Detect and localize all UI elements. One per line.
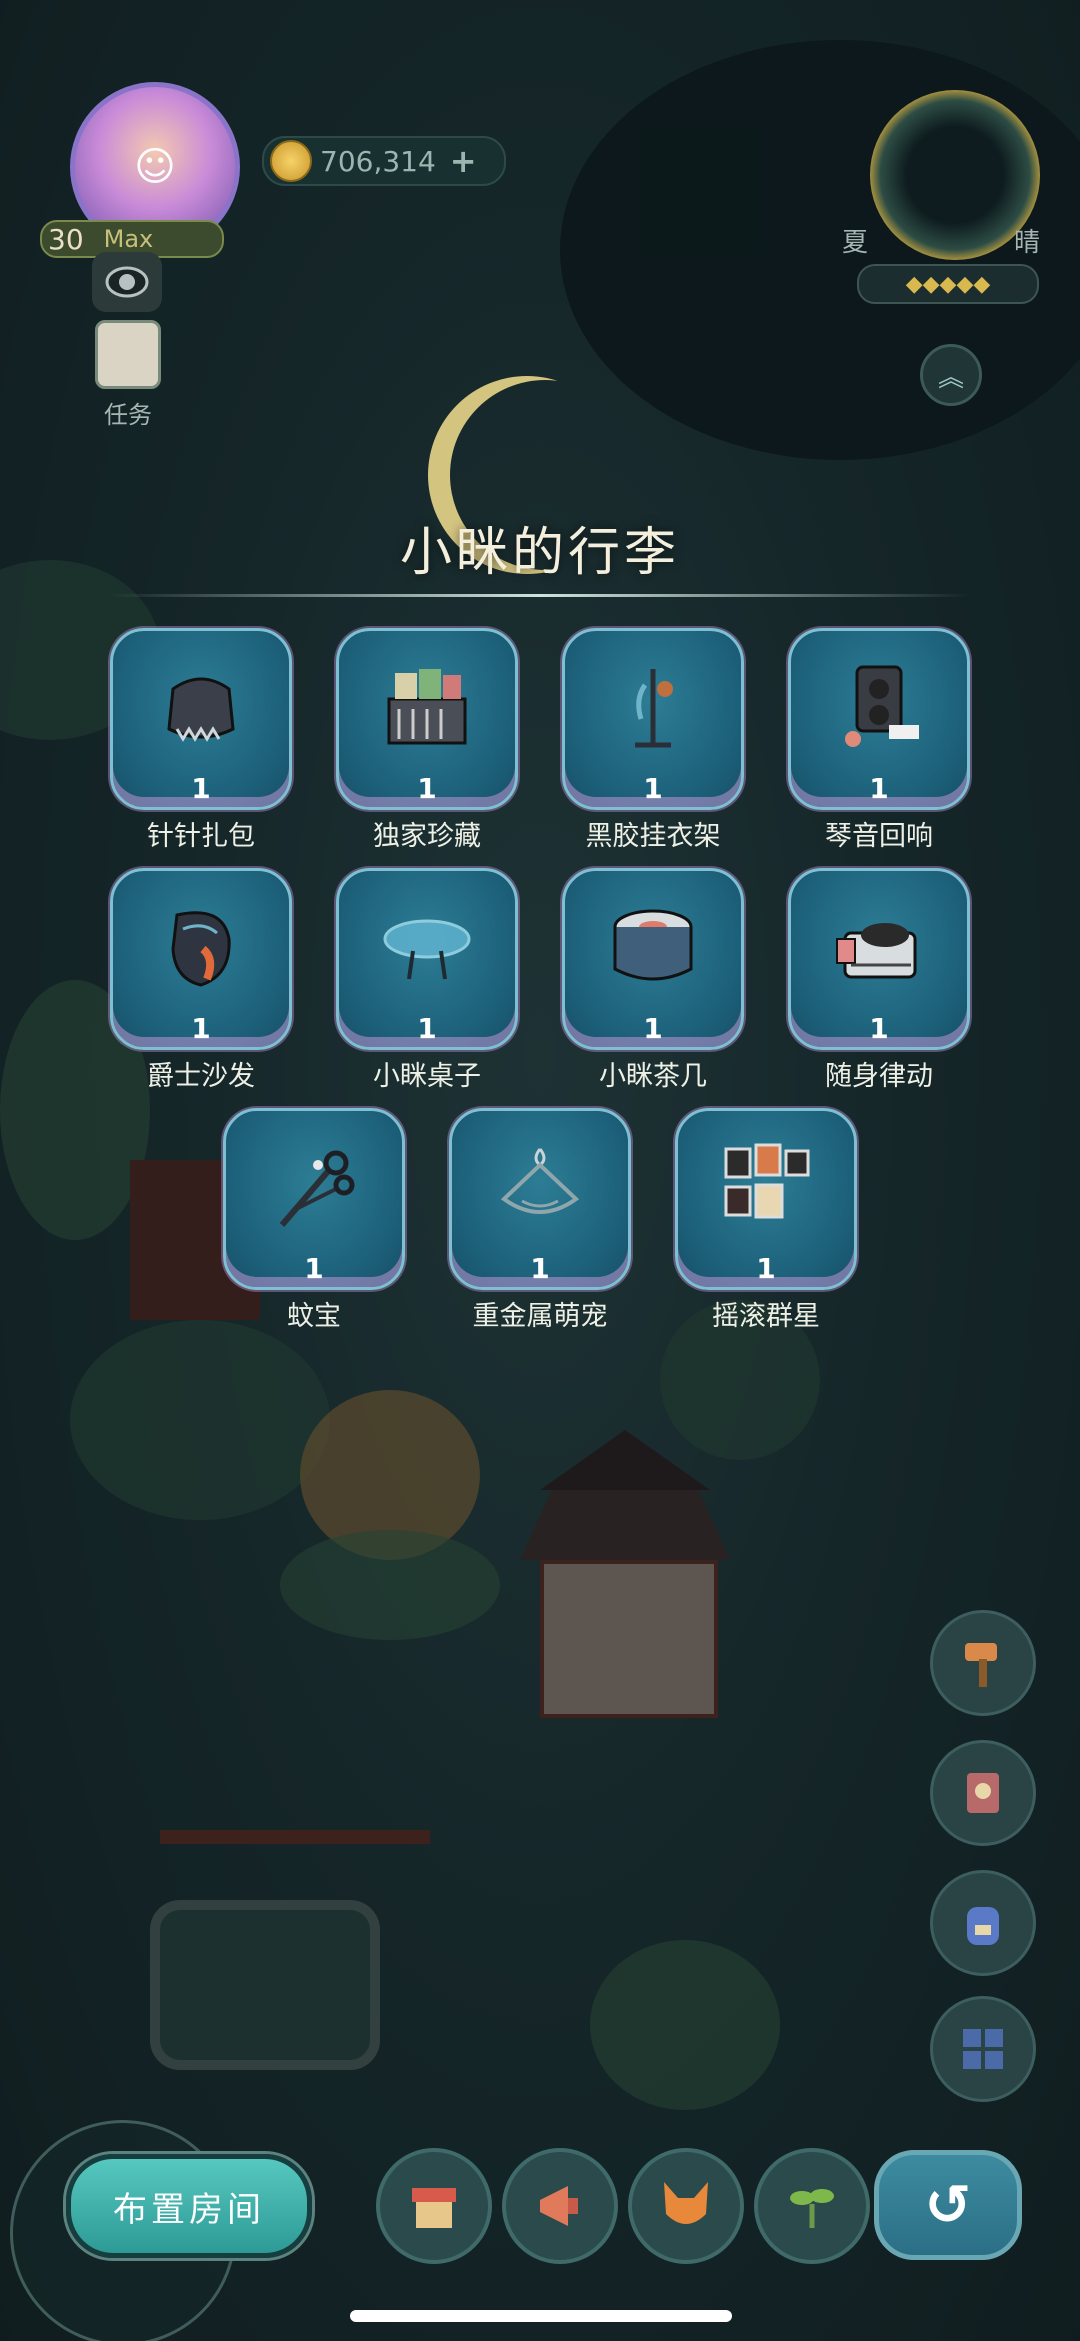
task-label: 任务 xyxy=(104,401,152,429)
item-slot[interactable]: 1 针针扎包 xyxy=(110,628,292,853)
item-label: 针针扎包 xyxy=(147,821,255,852)
item-quantity: 1 xyxy=(869,772,889,805)
add-coins-button[interactable]: + xyxy=(450,142,477,180)
grid-icon xyxy=(963,2029,1003,2069)
coin-icon xyxy=(270,140,312,182)
item-quantity: 1 xyxy=(191,1012,211,1045)
item-quantity: 1 xyxy=(643,1012,663,1045)
view-toggle-button[interactable] xyxy=(92,252,162,312)
item-card[interactable]: 1 xyxy=(223,1108,405,1290)
speaker-icon xyxy=(845,665,919,747)
item-label: 蚊宝 xyxy=(287,1301,341,1332)
fox-icon xyxy=(664,2182,708,2224)
game-screen: ☺ 30 Max 706,314 + 任务 夏 晴 ◆◆◆◆◆ ︽ 小眯的行李 xyxy=(0,0,1080,2341)
record-shelf-icon xyxy=(387,669,467,745)
photo-wall-icon xyxy=(724,1143,810,1219)
item-quantity: 1 xyxy=(530,1252,550,1285)
star-rating: ◆◆◆◆◆ xyxy=(857,264,1039,304)
glass-table-icon xyxy=(383,919,471,980)
sprout-icon xyxy=(790,2189,834,2228)
task-list-icon xyxy=(95,320,161,389)
item-card[interactable]: 1 xyxy=(562,868,744,1050)
items-row-3: 1 蚊宝 1 重金属萌宠 1 摇滚群星 xyxy=(0,1108,1080,1333)
task-button[interactable]: 任务 xyxy=(88,320,168,430)
item-slot[interactable]: 1 爵士沙发 xyxy=(110,868,292,1093)
item-quantity: 1 xyxy=(756,1252,776,1285)
megaphone-icon xyxy=(540,2186,578,2226)
expand-up-button[interactable]: ︽ xyxy=(920,344,982,406)
item-slot[interactable]: 1 蚊宝 xyxy=(223,1108,405,1333)
layout-button[interactable] xyxy=(930,1996,1036,2102)
item-card[interactable]: 1 xyxy=(788,628,970,810)
item-label: 小眯茶几 xyxy=(599,1061,707,1092)
coin-counter: 706,314 + xyxy=(262,136,506,186)
item-quantity: 1 xyxy=(417,772,437,805)
item-card[interactable]: 1 xyxy=(675,1108,857,1290)
item-label: 摇滚群星 xyxy=(712,1301,820,1332)
item-slot[interactable]: 1 重金属萌宠 xyxy=(449,1108,631,1333)
item-card[interactable]: 1 xyxy=(336,628,518,810)
eye-icon xyxy=(105,266,149,298)
backpack-button[interactable] xyxy=(930,1870,1036,1976)
items-row-2: 1 爵士沙发 1 小眯桌子 1 小眯茶几 1 随身律动 xyxy=(0,868,1080,1093)
item-label: 小眯桌子 xyxy=(373,1061,481,1092)
book-icon xyxy=(967,1773,999,1813)
item-quantity: 1 xyxy=(417,1012,437,1045)
item-label: 重金属萌宠 xyxy=(472,1301,608,1332)
item-slot[interactable]: 1 小眯茶几 xyxy=(562,868,744,1093)
item-label: 琴音回响 xyxy=(825,821,933,852)
metal-hanger-icon xyxy=(500,1148,580,1214)
weather-label: 晴 xyxy=(1014,228,1041,258)
item-slot[interactable]: 1 独家珍藏 xyxy=(336,628,518,853)
item-label: 独家珍藏 xyxy=(373,821,481,852)
level-number: 30 xyxy=(48,222,84,256)
item-card[interactable]: 1 xyxy=(788,868,970,1050)
scissors-icon xyxy=(279,1150,355,1227)
hammer-icon xyxy=(965,1643,997,1687)
item-slot[interactable]: 1 摇滚群星 xyxy=(675,1108,857,1333)
item-quantity: 1 xyxy=(304,1252,324,1285)
level-max-label: Max xyxy=(103,225,154,253)
coin-amount: 706,314 xyxy=(320,144,436,178)
announce-button[interactable] xyxy=(502,2148,618,2264)
item-quantity: 1 xyxy=(191,772,211,805)
record-player-icon xyxy=(836,923,917,979)
season-label: 夏 xyxy=(842,228,869,258)
tea-table-icon xyxy=(613,909,693,981)
book-button[interactable] xyxy=(930,1740,1036,1846)
item-label: 黑胶挂衣架 xyxy=(585,821,721,852)
backpack-icon xyxy=(967,1907,999,1945)
item-slot[interactable]: 1 黑胶挂衣架 xyxy=(562,628,744,853)
item-quantity: 1 xyxy=(869,1012,889,1045)
item-slot[interactable]: 1 琴音回响 xyxy=(788,628,970,853)
item-card[interactable]: 1 xyxy=(110,628,292,810)
item-card[interactable]: 1 xyxy=(110,868,292,1050)
jazz-sofa-icon xyxy=(171,911,231,987)
item-slot[interactable]: 1 小眯桌子 xyxy=(336,868,518,1093)
coat-rack-icon xyxy=(635,669,673,748)
pet-button[interactable] xyxy=(628,2148,744,2264)
return-arrow-icon: ↺ xyxy=(924,2172,972,2238)
spiky-bag-icon xyxy=(167,677,235,742)
items-row-1: 1 针针扎包 1 独家珍藏 1 黑胶挂衣架 1 琴音回响 xyxy=(0,628,1080,853)
panel-title: 小眯的行李 xyxy=(399,523,680,583)
home-indicator[interactable] xyxy=(350,2310,732,2322)
item-card[interactable]: 1 xyxy=(562,628,744,810)
item-label: 随身律动 xyxy=(825,1061,933,1092)
item-quantity: 1 xyxy=(643,772,663,805)
back-button[interactable]: ↺ xyxy=(874,2150,1022,2260)
title-divider xyxy=(110,594,970,597)
garden-button[interactable] xyxy=(754,2148,870,2264)
hammer-button[interactable] xyxy=(930,1610,1036,1716)
item-card[interactable]: 1 xyxy=(336,868,518,1050)
item-label: 爵士沙发 xyxy=(147,1061,255,1092)
shop-button[interactable] xyxy=(376,2148,492,2264)
item-slot[interactable]: 1 随身律动 xyxy=(788,868,970,1093)
item-card[interactable]: 1 xyxy=(449,1108,631,1290)
arrange-room-button[interactable]: 布置房间 xyxy=(66,2154,312,2258)
shop-icon xyxy=(412,2188,456,2228)
